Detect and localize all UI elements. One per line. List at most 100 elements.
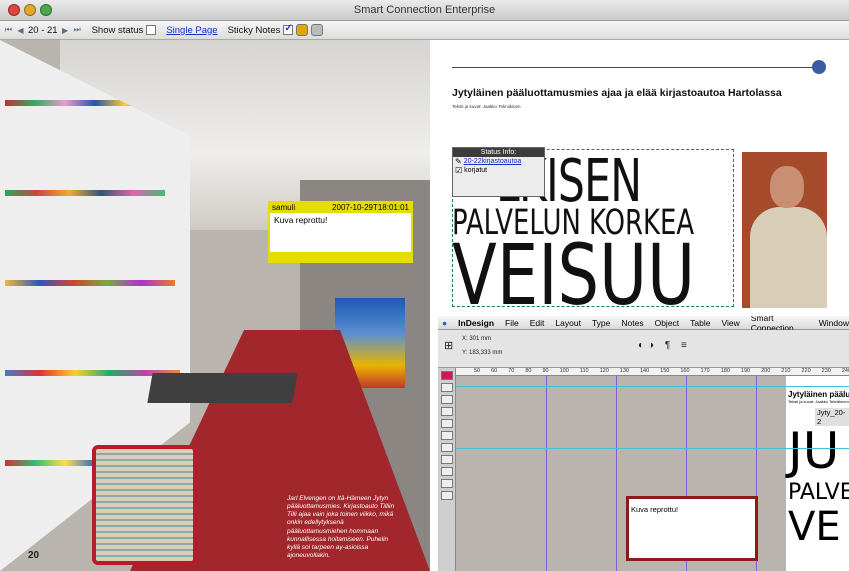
menu-table[interactable]: Table bbox=[690, 318, 710, 328]
pencil-tool-icon[interactable] bbox=[440, 419, 453, 428]
ruler-tick: 60 bbox=[491, 368, 498, 374]
ruler-tick: 70 bbox=[508, 368, 515, 374]
direct-select-icon[interactable] bbox=[440, 383, 453, 392]
pen-tool-icon[interactable] bbox=[440, 395, 453, 404]
sticky-note[interactable]: samuli 2007-10-29T18:01:01 Kuva reprottu… bbox=[268, 201, 413, 263]
ruler-tick: 140 bbox=[639, 368, 650, 374]
show-status-label: Show status bbox=[91, 24, 144, 36]
left-page-number: 20 bbox=[28, 550, 40, 561]
article-byline: Teksti ja kuvat: Jaakko Tekniikinen bbox=[452, 104, 521, 109]
sticky-note-header[interactable]: samuli 2007-10-29T18:01:01 bbox=[270, 203, 411, 213]
prev-page-icon[interactable]: ◀ bbox=[16, 26, 25, 35]
status-state: korjatut bbox=[464, 167, 488, 174]
page-range: 20 - 21 bbox=[28, 24, 58, 36]
ruler-tick: 90 bbox=[542, 368, 549, 374]
doc-big-3: VE bbox=[788, 504, 841, 550]
align-icons[interactable]: ◐◑ ¶ ≡ bbox=[638, 340, 691, 351]
ruler-tick: 240 bbox=[841, 368, 849, 374]
reference-point-icon[interactable]: ⊞ bbox=[444, 339, 453, 352]
menu-window[interactable]: Window bbox=[819, 318, 849, 328]
doc-big-2: PALVE bbox=[788, 480, 849, 505]
doc-big-1: JU bbox=[788, 422, 840, 480]
left-page-photo: 20 Jarl Elvengen on Itä-Hämeen Jytyn pää… bbox=[0, 40, 430, 571]
ruler-tick: 130 bbox=[619, 368, 629, 374]
frame-tool-icon[interactable] bbox=[440, 443, 453, 452]
guide-line[interactable] bbox=[616, 376, 617, 571]
ruler-tick: 80 bbox=[525, 368, 532, 374]
selection-tool-icon[interactable] bbox=[440, 371, 453, 380]
show-status-checkbox[interactable] bbox=[146, 25, 157, 35]
ruler-tick: 150 bbox=[660, 368, 670, 374]
type-tool-icon[interactable] bbox=[440, 407, 453, 416]
ruler-tick: 170 bbox=[700, 368, 710, 374]
app-window: Smart Connection Enterprise ⏮ ◀ 20 - 21 … bbox=[0, 0, 849, 571]
horizontal-ruler: 50 60 70 80 90 100 110 120 130 140 150 1… bbox=[456, 368, 849, 376]
first-page-icon[interactable]: ⏮ bbox=[4, 25, 13, 35]
floor-mat bbox=[147, 373, 298, 403]
sticky-color-icon[interactable] bbox=[296, 24, 309, 36]
indesign-sticky-note[interactable]: Kuva reprottu! bbox=[626, 496, 758, 561]
page-marker-dot bbox=[812, 60, 826, 74]
guide-line-h[interactable] bbox=[456, 448, 849, 449]
ruler-tick: 200 bbox=[761, 368, 771, 374]
ruler-tick: 100 bbox=[559, 368, 569, 374]
menu-indesign[interactable]: InDesign bbox=[458, 318, 494, 328]
scissors-tool-icon[interactable] bbox=[440, 467, 453, 476]
menu-layout[interactable]: Layout bbox=[555, 318, 581, 328]
top-rule bbox=[452, 67, 814, 68]
portrait-photo bbox=[742, 152, 827, 308]
x-field[interactable]: X: 301 mm bbox=[462, 336, 491, 342]
ruler-tick: 230 bbox=[821, 368, 831, 374]
menu-file[interactable]: File bbox=[505, 318, 519, 328]
sticky-note-timestamp: 2007-10-29T18:01:01 bbox=[332, 203, 409, 212]
status-info-title: Status Info: bbox=[453, 148, 544, 157]
sticky-note-user: samuli bbox=[272, 203, 296, 212]
viewer-toolbar: ⏮ ◀ 20 - 21 ▶ ⏭ Show status Single Page … bbox=[0, 21, 849, 40]
hand-tool-icon[interactable] bbox=[440, 479, 453, 488]
indesign-note-text[interactable]: Kuva reprottu! bbox=[629, 503, 680, 516]
document-tab[interactable]: Jyty_20-2 bbox=[815, 408, 849, 426]
ruler-tick: 220 bbox=[801, 368, 811, 374]
indesign-document[interactable]: 50 60 70 80 90 100 110 120 130 140 150 1… bbox=[456, 368, 849, 571]
photo-caption: Jarl Elvengen on Itä-Hämeen Jytyn pääluo… bbox=[287, 495, 395, 559]
ruler-tick: 210 bbox=[781, 368, 791, 374]
status-info-box: Status Info: ✎ 20-22kirjastoautoa ☑ korj… bbox=[452, 147, 545, 197]
sticky-notes-label: Sticky Notes bbox=[227, 24, 281, 36]
menu-view[interactable]: View bbox=[722, 318, 740, 328]
big-text-line-3: VEISUU bbox=[452, 226, 696, 324]
portrait-sweater bbox=[750, 207, 827, 308]
ruler-tick: 190 bbox=[740, 368, 751, 374]
sticky-note-footer bbox=[270, 252, 411, 261]
menu-type[interactable]: Type bbox=[592, 318, 610, 328]
guide-line-h[interactable] bbox=[456, 386, 849, 387]
doc-headline: Jytyläinen päälu bbox=[788, 390, 849, 399]
menu-notes[interactable]: Notes bbox=[621, 318, 643, 328]
apple-icon[interactable]: ● bbox=[442, 318, 447, 328]
portrait-face bbox=[770, 166, 804, 208]
ruler-tick: 180 bbox=[720, 368, 730, 374]
doc-byline: Teksti ja kuvat: Jaakko Tekniikinen bbox=[788, 399, 849, 404]
sticky-note-text[interactable]: Kuva reprottu! bbox=[270, 213, 411, 227]
tools-panel bbox=[438, 368, 456, 571]
control-panel: X: 301 mm Y: 183,333 mm ⊞ ◐◑ ¶ ≡ bbox=[438, 330, 849, 368]
indesign-menubar: ● InDesign File Edit Layout Type Notes O… bbox=[438, 316, 849, 333]
next-page-icon[interactable]: ▶ bbox=[61, 26, 70, 35]
single-page-link[interactable]: Single Page bbox=[166, 25, 217, 36]
window-title: Smart Connection Enterprise bbox=[353, 4, 496, 16]
status-link[interactable]: 20-22kirjastoautoa bbox=[464, 158, 522, 165]
shape-tool-icon[interactable] bbox=[440, 455, 453, 464]
menu-edit[interactable]: Edit bbox=[530, 318, 545, 328]
indesign-window: ● InDesign File Edit Layout Type Notes O… bbox=[438, 316, 849, 571]
y-field[interactable]: Y: 183,333 mm bbox=[462, 350, 502, 356]
edit-icon: ✎ bbox=[455, 157, 462, 166]
title-bar: Smart Connection Enterprise bbox=[0, 0, 849, 21]
sticky-add-icon[interactable] bbox=[311, 24, 324, 36]
zoom-tool-icon[interactable] bbox=[440, 491, 453, 500]
sticky-notes-checkbox[interactable] bbox=[283, 23, 294, 35]
ruler-tick: 110 bbox=[579, 368, 589, 374]
line-tool-icon[interactable] bbox=[440, 431, 453, 440]
last-page-icon[interactable]: ⏭ bbox=[73, 25, 82, 35]
guide-line[interactable] bbox=[546, 376, 547, 571]
menu-object[interactable]: Object bbox=[655, 318, 680, 328]
ruler-tick: 160 bbox=[680, 368, 690, 374]
